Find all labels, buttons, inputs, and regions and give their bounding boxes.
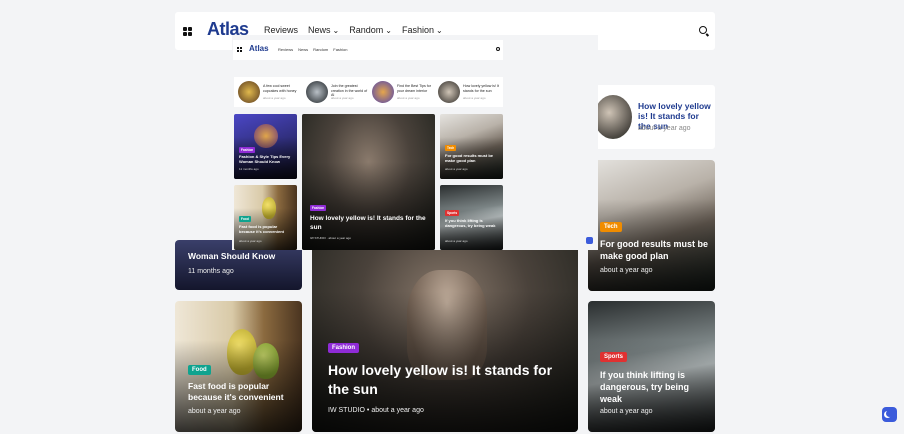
nav-reviews-label: Reviews (264, 25, 299, 35)
strip-title[interactable]: A few cool sweet cupcakes with honey (263, 84, 301, 93)
chevron-down-icon: ⌄ (385, 26, 392, 35)
strip-item[interactable]: Join the greatest creation in the world … (304, 81, 370, 103)
card-title[interactable]: If you think lifting is dangerous, try b… (600, 369, 700, 405)
preview-nav: Reviews News Random Fashion (278, 47, 348, 52)
strip-thumbnail[interactable] (372, 81, 394, 103)
strip-title[interactable]: Find the Best Tips for your dream interi… (397, 84, 435, 93)
category-badge[interactable]: Sports (445, 210, 460, 216)
post-card-featured[interactable]: Fashion How lovely yellow is! It stands … (312, 230, 578, 432)
category-badge[interactable]: Tech (600, 222, 622, 232)
card-title[interactable]: For good results must be make good plan (445, 153, 500, 163)
nav-reviews[interactable]: Reviews (264, 25, 298, 35)
search-icon[interactable] (699, 26, 707, 34)
preview-logo[interactable]: Atlas (249, 44, 269, 53)
category-badge[interactable]: Food (239, 216, 251, 222)
card-byline: IW STUDIO • about a year ago (328, 407, 424, 414)
post-card-tech[interactable]: Tech For good results must be make good … (588, 160, 715, 291)
chevron-down-icon: ⌄ (332, 26, 340, 35)
preview-header: Atlas Reviews News Random Fashion (233, 40, 503, 60)
post-card-sports[interactable]: Sports If you think lifting is dangerous… (588, 301, 715, 432)
category-badge[interactable]: Fashion (239, 147, 256, 153)
card-date: 11 months ago (188, 268, 234, 275)
strip-thumbnail[interactable] (306, 81, 328, 103)
search-icon[interactable] (496, 47, 500, 51)
card-date: about a year ago (239, 239, 262, 243)
card-title[interactable]: Fashion & Style Tips Every Woman Should … (239, 154, 294, 164)
category-badge[interactable]: Food (188, 365, 211, 375)
nav-fashion-label: Fashion (401, 25, 434, 35)
nav-news[interactable]: News ⌄ (308, 25, 339, 35)
strip-date: about a year ago (263, 96, 286, 100)
strip-thumbnail[interactable] (238, 81, 260, 103)
card-date: 11 months ago (239, 167, 259, 171)
card-title[interactable]: Fast food is popular because it's conven… (188, 381, 296, 403)
preview-nav-news[interactable]: News (298, 47, 308, 52)
card-date: about a year ago (600, 267, 653, 274)
page: Atlas Reviews News ⌄ Random ⌄ Fashion ⌄ How… (0, 0, 904, 434)
side-post[interactable]: How lovely yellow is! It stands for the … (588, 85, 715, 149)
card-date: about a year ago (445, 239, 468, 243)
preview-nav-fashion[interactable]: Fashion (333, 47, 347, 52)
strip-item[interactable]: A few cool sweet cupcakes with honey abo… (236, 81, 302, 103)
card-title[interactable]: How lovely yellow is! It stands for the … (328, 361, 568, 399)
dark-mode-toggle-icon[interactable] (882, 407, 897, 422)
post-card-food[interactable]: Food Fast food is popular because it's c… (175, 301, 302, 432)
preview-card-featured[interactable]: Fashion How lovely yellow is! It stands … (302, 114, 435, 250)
preview-card-beauty[interactable]: Fashion Fashion & Style Tips Every Woman… (234, 114, 297, 179)
category-badge[interactable]: Tech (445, 145, 457, 151)
strip-item[interactable]: How lovely yellow is! It stands for the … (436, 81, 502, 103)
preview-card-food[interactable]: Food Fast food is popular because it's c… (234, 185, 297, 250)
author-name[interactable]: IW STUDIO (328, 407, 365, 414)
strip-item[interactable]: Find the Best Tips for your dream interi… (370, 81, 436, 103)
strip-date: about a year ago (397, 96, 420, 100)
preview-card-sports[interactable]: Sports If you think lifting is dangerous… (440, 185, 503, 250)
nav-random-label: Random (349, 25, 384, 35)
card-date: about a year ago (445, 167, 468, 171)
card-title[interactable]: How lovely yellow is! It stands for the … (310, 214, 430, 232)
strip-title[interactable]: How lovely yellow is! It stands for the … (463, 84, 501, 93)
preview-nav-random[interactable]: Random (313, 47, 328, 52)
chevron-down-icon: ⌄ (436, 26, 443, 35)
card-title[interactable]: Fast food is popular because it's conven… (239, 224, 294, 234)
nav-news-label: News (308, 25, 331, 35)
side-post-date: about a year ago (638, 125, 691, 132)
strip-thumbnail[interactable] (438, 81, 460, 103)
category-badge[interactable]: Fashion (310, 205, 327, 211)
preview-post-strip: A few cool sweet cupcakes with honey abo… (234, 77, 503, 107)
main-nav: Reviews News ⌄ Random ⌄ Fashion ⌄ (264, 25, 443, 35)
nav-fashion[interactable]: Fashion ⌄ (402, 25, 443, 35)
strip-date: about a year ago (331, 96, 354, 100)
card-date: about a year ago (600, 408, 653, 415)
category-badge[interactable]: Sports (600, 352, 628, 362)
nav-random[interactable]: Random ⌄ (349, 25, 392, 35)
preview-card-tech[interactable]: Tech For good results must be make good … (440, 114, 503, 179)
preview-overlay: Atlas Reviews News Random Fashion A few … (232, 35, 598, 250)
card-date: about a year ago (188, 408, 241, 415)
side-post-thumbnail[interactable] (594, 95, 632, 139)
category-badge[interactable]: Fashion (328, 343, 360, 353)
dark-mode-toggle-small[interactable] (586, 237, 593, 244)
card-title[interactable]: For good results must be make good plan (600, 238, 708, 262)
card-title[interactable]: If you think lifting is dangerous, try b… (445, 218, 500, 228)
card-date: about a year ago (371, 407, 424, 414)
preview-nav-reviews[interactable]: Reviews (278, 47, 293, 52)
menu-grid-icon[interactable] (183, 27, 192, 36)
strip-date: about a year ago (463, 96, 486, 100)
card-title[interactable]: Woman Should Know (188, 251, 275, 261)
menu-grid-icon[interactable] (237, 47, 242, 52)
card-byline: IW STUDIO · about a year ago (310, 236, 352, 240)
